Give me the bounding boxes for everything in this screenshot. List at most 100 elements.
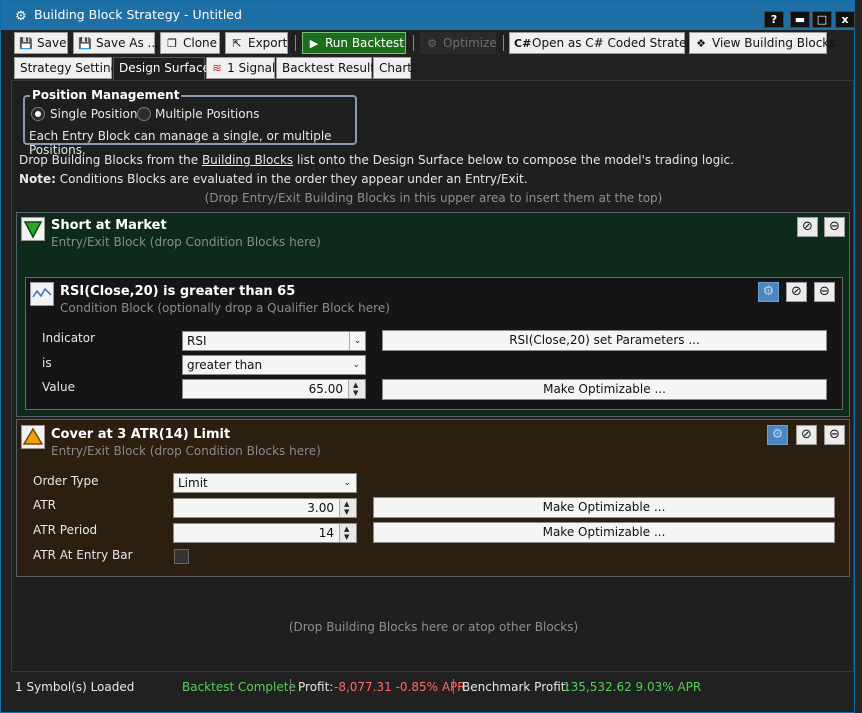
design-surface[interactable]: Position Management Single Position Mult… [11,80,854,672]
strategy-window: ⚙ Building Block Strategy - Untitled ? ▬… [0,0,855,713]
copy-icon: ❐ [167,37,177,50]
view-building-blocks-label: View Building Blocks [712,36,836,50]
floppy-disk-icon: 💾 [19,37,33,50]
toolbar-separator [295,35,296,51]
export-icon: ⇱ [232,37,242,50]
indicator-select[interactable]: RSI ⌄ [182,331,366,351]
chevron-down-icon: ⌄ [343,478,351,488]
symbols-loaded-status: 1 Symbol(s) Loaded [15,680,135,694]
tab-chart[interactable]: Chart [373,57,412,79]
disable-condition-button[interactable]: ⊘ [786,282,807,302]
benchmark-profit-value: 135,532.62 9.03% APR [563,680,702,694]
gear-icon: ⚙ [427,37,437,50]
profit-value: -8,077.31 -0.85% APR [334,680,466,694]
disable-block-button[interactable]: ⊘ [797,217,818,237]
drop-bottom-hint: (Drop Building Blocks here or atop other… [288,620,579,634]
condition-block[interactable]: RSI(Close,20) is greater than 65 Conditi… [25,277,843,410]
building-blocks-link[interactable]: Building Blocks [202,153,293,167]
entry-block-title: Short at Market [51,218,167,233]
atr-input[interactable]: 3.00 ▲ ▼ [173,498,357,518]
save-as-button[interactable]: 💾 Save As ... [73,32,159,54]
close-button[interactable]: x [835,11,855,28]
save-button[interactable]: 💾 Save [14,32,68,54]
tab-signal-label: 1 Signal [227,61,276,75]
clone-label: Clone [183,36,218,50]
value-stepper[interactable]: ▲ ▼ [348,380,365,398]
run-backtest-button[interactable]: ▶ Run Backtest [302,32,406,54]
indicator-label: Indicator [42,331,96,345]
exit-block-subtitle: Entry/Exit Block (drop Condition Blocks … [51,444,321,458]
csharp-icon: C# [514,37,532,50]
set-parameters-button[interactable]: RSI(Close,20) set Parameters ... [382,330,827,351]
make-optimizable-atr-button[interactable]: Make Optimizable ... [373,497,835,518]
position-management-legend: Position Management [30,88,182,102]
order-type-select[interactable]: Limit ⌄ [173,473,357,493]
atr-stepper[interactable]: ▲ ▼ [339,499,356,517]
atr-period-label: ATR Period [33,523,98,537]
export-button[interactable]: ⇱ Export [225,32,288,54]
atr-period-stepper[interactable]: ▲ ▼ [339,524,356,542]
tab-strategy-settings[interactable]: Strategy Settings [14,57,124,79]
order-type-label: Order Type [33,474,99,488]
comparison-label: is [42,356,52,370]
play-icon: ▶ [309,37,319,50]
maximize-button[interactable]: □ [812,11,832,28]
make-optimizable-period-button[interactable]: Make Optimizable ... [373,522,835,543]
atr-value: 3.00 [307,501,334,515]
save-as-label: Save As ... [96,36,159,50]
optimize-label: Optimize [443,36,497,50]
tab-design-surface[interactable]: Design Surface [113,57,210,80]
open-csharp-button[interactable]: C#Open as C# Coded Strategy [509,32,701,54]
backtest-status: Backtest Complete [182,680,296,694]
profit-label: Profit: [298,680,334,694]
tab-backtest-results[interactable]: Backtest Results [276,57,381,79]
toolbar-separator [503,35,504,51]
multiple-positions-radio[interactable] [137,107,151,121]
minimize-button[interactable]: ▬ [790,11,810,28]
atr-period-value: 14 [318,526,334,540]
chevron-down-icon: ⌄ [349,332,365,350]
comparison-value: greater than [187,358,263,372]
entry-block[interactable]: Short at Market Entry/Exit Block (drop C… [16,212,850,417]
tab-signal[interactable]: ≋ 1 Signal [206,57,275,79]
optimize-button[interactable]: ⚙ Optimize [420,32,497,54]
view-building-blocks-button[interactable]: ❖ View Building Blocks [689,32,836,54]
indicator-chart-icon [30,282,54,306]
order-type-value: Limit [178,476,208,490]
position-management-group: Position Management Single Position Mult… [23,88,357,157]
remove-block-button[interactable]: ⊖ [824,217,845,237]
exit-block-title: Cover at 3 ATR(14) Limit [51,427,231,442]
value-label: Value [42,380,75,394]
help-button[interactable]: ? [764,11,784,28]
single-position-label[interactable]: Single Position [50,107,137,121]
value-input[interactable]: 65.00 ▲ ▼ [182,379,366,399]
comparison-select[interactable]: greater than ⌄ [182,355,366,375]
remove-exit-button[interactable]: ⊖ [824,425,845,445]
gear-icon[interactable]: ⚙ [767,425,788,445]
make-optimizable-button[interactable]: Make Optimizable ... [382,379,827,400]
multiple-positions-label[interactable]: Multiple Positions [155,107,259,121]
atr-period-input[interactable]: 14 ▲ ▼ [173,523,357,543]
single-position-radio[interactable] [31,107,45,121]
signal-icon: ≋ [212,61,223,75]
status-separator [453,679,454,694]
window-title: Building Block Strategy - Untitled [34,7,242,22]
remove-condition-button[interactable]: ⊖ [814,282,835,302]
chevron-down-icon: ⌄ [352,360,360,370]
entry-block-subtitle: Entry/Exit Block (drop Condition Blocks … [51,235,321,249]
disable-exit-button[interactable]: ⊘ [796,425,817,445]
clone-button[interactable]: ❐ Clone [160,32,220,54]
floppy-disk-icon: 💾 [78,37,92,50]
exit-block[interactable]: Cover at 3 ATR(14) Limit Entry/Exit Bloc… [16,419,850,577]
gear-icon[interactable]: ⚙ [758,282,779,302]
instructions-prefix: Drop Building Blocks from the [19,153,202,167]
note-label: Note: [19,172,56,186]
note-text: Conditions Blocks are evaluated in the o… [55,172,528,186]
atr-entry-bar-checkbox[interactable] [174,549,189,564]
benchmark-profit-label: Benchmark Profit: [462,680,570,694]
blocks-icon: ❖ [696,37,706,50]
instructions-suffix: list onto the Design Surface below to co… [293,153,734,167]
drop-top-hint: (Drop Entry/Exit Building Blocks in this… [204,191,663,205]
condition-block-title: RSI(Close,20) is greater than 65 [60,284,296,299]
instructions-line: Drop Building Blocks from the Building B… [19,153,734,167]
